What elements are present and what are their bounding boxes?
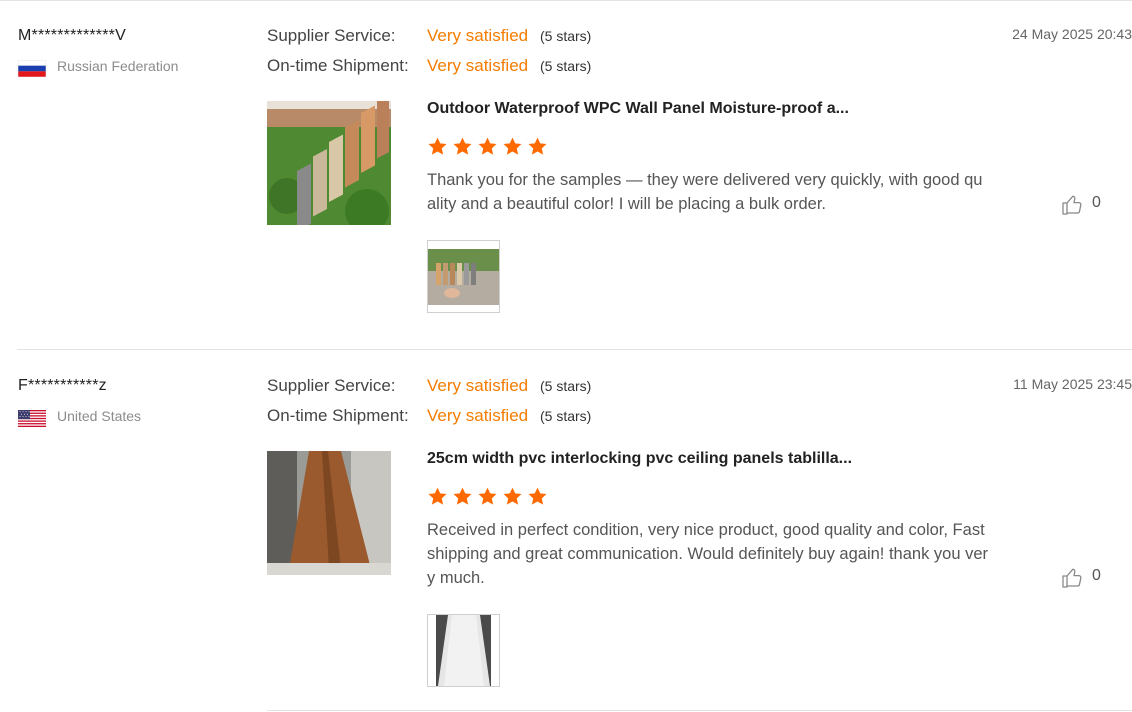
rating-label: On-time Shipment: <box>267 406 409 425</box>
rating-stars-text: (5 stars) <box>540 58 592 74</box>
star-icon <box>478 487 497 505</box>
review-item: M*************V Russian Federation Suppl… <box>0 0 1132 350</box>
star-icon <box>428 137 447 155</box>
star-icon <box>528 487 547 505</box>
thumbs-up-icon[interactable] <box>1060 566 1084 590</box>
rating-label: On-time Shipment: <box>267 56 409 75</box>
review-item: F***********z United States Supplier Ser… <box>0 350 1132 700</box>
product-title[interactable]: 25cm width pvc interlocking pvc ceiling … <box>427 450 852 468</box>
star-icon <box>503 487 522 505</box>
buyer-name: M*************V <box>18 27 126 44</box>
star-icon <box>453 137 472 155</box>
thumbs-up-icon[interactable] <box>1060 193 1084 217</box>
product-image[interactable] <box>267 451 391 575</box>
rating-label: Supplier Service: <box>267 376 396 395</box>
product-image[interactable] <box>267 101 391 225</box>
review-photo-thumbnail[interactable] <box>427 240 500 313</box>
review-date: 24 May 2025 20:43 <box>1012 26 1132 42</box>
rating-stars-text: (5 stars) <box>540 28 592 44</box>
review-photo <box>428 241 499 312</box>
star-rating <box>427 486 552 510</box>
star-rating <box>427 136 552 160</box>
rating-value: Very satisfied <box>427 26 529 45</box>
russia-flag-icon <box>18 60 46 77</box>
rating-value: Very satisfied <box>427 376 529 395</box>
star-icon <box>503 137 522 155</box>
review-date: 11 May 2025 23:45 <box>1013 376 1132 392</box>
rating-value: Very satisfied <box>427 56 529 75</box>
buyer-name: F***********z <box>18 377 107 394</box>
buyer-country: Russian Federation <box>57 58 179 74</box>
star-icon <box>478 137 497 155</box>
review-text: Received in perfect condition, very nice… <box>427 521 989 587</box>
product-title[interactable]: Outdoor Waterproof WPC Wall Panel Moistu… <box>427 100 849 118</box>
star-icon <box>428 487 447 505</box>
review-text: Thank you for the samples — they were de… <box>427 171 983 213</box>
rating-value: Very satisfied <box>427 406 529 425</box>
rating-stars-text: (5 stars) <box>540 378 592 394</box>
like-count: 0 <box>1092 194 1101 211</box>
review-photo-thumbnail[interactable] <box>427 614 500 687</box>
star-icon <box>528 137 547 155</box>
buyer-country: United States <box>57 408 142 424</box>
like-count: 0 <box>1092 567 1101 584</box>
review-photo <box>428 615 499 686</box>
rating-stars-text: (5 stars) <box>540 408 592 424</box>
star-icon <box>453 487 472 505</box>
usa-flag-icon <box>18 410 46 427</box>
rating-label: Supplier Service: <box>267 26 396 45</box>
bottom-divider <box>267 710 1132 711</box>
